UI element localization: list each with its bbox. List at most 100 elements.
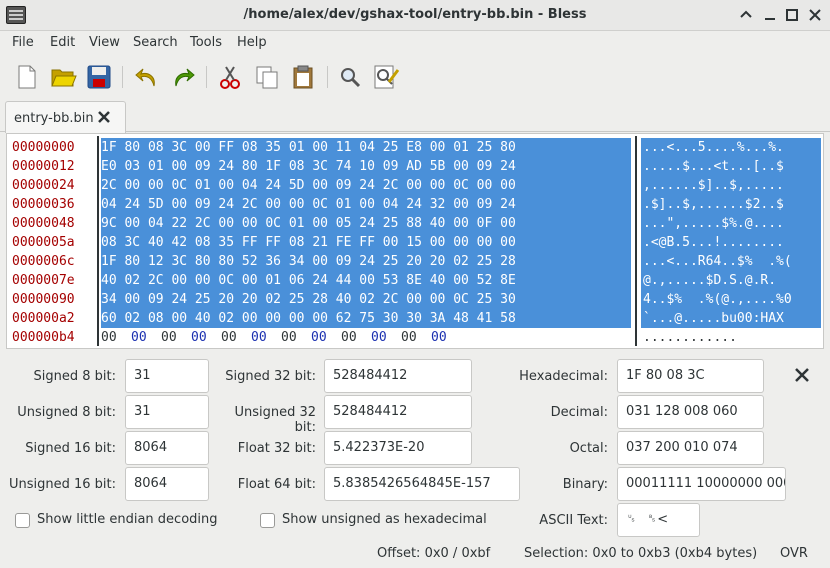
save-icon [87, 65, 111, 89]
scissors-icon [220, 66, 240, 89]
ascii-row[interactable]: .$]..$,......$2..$ [641, 195, 821, 214]
close-window-button[interactable] [806, 6, 824, 24]
minimize-button[interactable] [737, 6, 755, 24]
new-file-button[interactable] [12, 62, 42, 92]
ascii-text-field[interactable]: ␟␈< [617, 503, 700, 537]
signed32-label: Signed 32 bit: [225, 369, 316, 384]
tab-close-button[interactable] [96, 109, 112, 125]
copy-icon [256, 66, 278, 89]
hex-row[interactable]: 04 24 5D 00 09 24 2C 00 00 0C 01 00 04 2… [101, 195, 631, 214]
paste-icon [293, 65, 313, 89]
hex-row[interactable]: 40 02 2C 00 00 0C 00 01 06 24 44 00 53 8… [101, 271, 631, 290]
folder-open-icon [51, 69, 77, 87]
ascii-row[interactable]: .<@B.5...!........ [641, 233, 821, 252]
offset-label: 00000048 [12, 216, 75, 231]
menu-view[interactable]: View [89, 35, 120, 50]
signed8-field[interactable]: 31 [125, 359, 209, 393]
ascii-row[interactable]: ...<...R64..$% .%( [641, 252, 821, 271]
ascii-row[interactable]: @.,.....$D.S.@.R. [641, 271, 821, 290]
new-file-icon [18, 65, 36, 89]
hexadecimal-field[interactable]: 1F 80 08 3C [617, 359, 764, 393]
ascii-row[interactable]: ,......$]..$,..... [641, 176, 821, 195]
hex-row[interactable]: 60 02 08 00 40 02 00 00 00 00 62 75 30 3… [101, 309, 631, 328]
little-endian-checkbox[interactable] [15, 513, 30, 528]
hex-byte[interactable]: 00 [101, 328, 131, 347]
float64-field[interactable]: 5.8385426564845E-157 [324, 467, 520, 501]
cut-button[interactable] [215, 62, 245, 92]
hex-row[interactable]: 00 00 00 00 00 00 00 00 00 00 00 00 [101, 328, 631, 347]
tab-label: entry-bb.bin [14, 111, 94, 126]
decimal-label: Decimal: [550, 405, 608, 420]
hex-byte[interactable]: 00 [341, 328, 371, 347]
close-icon [809, 9, 821, 21]
hex-row[interactable]: 1F 80 12 3C 80 80 52 36 34 00 09 24 25 2… [101, 252, 631, 271]
ascii-row[interactable]: .....$...<t...[..$ [641, 157, 821, 176]
hex-byte[interactable]: 00 [371, 328, 401, 347]
hex-byte[interactable]: 00 [131, 328, 161, 347]
unsigned32-field[interactable]: 528484412 [324, 395, 472, 429]
decimal-field[interactable]: 031 128 008 060 [617, 395, 764, 429]
float32-field[interactable]: 5.422373E-20 [324, 431, 472, 465]
unsigned16-field[interactable]: 8064 [125, 467, 209, 501]
minimize-window-button[interactable] [761, 6, 779, 24]
hex-byte[interactable]: 00 [251, 328, 281, 347]
hex-row[interactable]: 1F 80 08 3C 00 FF 08 35 01 00 11 04 25 E… [101, 138, 631, 157]
hex-byte[interactable]: 00 [161, 328, 191, 347]
hex-row[interactable]: 08 3C 40 42 08 35 FF FF 08 21 FE FF 00 1… [101, 233, 631, 252]
unsigned8-field[interactable]: 31 [125, 395, 209, 429]
ascii-row[interactable]: ............ [641, 328, 821, 347]
hex-byte[interactable]: 00 [401, 328, 431, 347]
offset-label: 000000b4 [12, 330, 75, 345]
hex-editor-view[interactable]: 00000000 00000012 00000024 00000036 00000048… [6, 133, 824, 349]
signed16-field[interactable]: 8064 [125, 431, 209, 465]
hex-byte[interactable]: 00 [431, 328, 461, 347]
hex-byte[interactable]: 00 [311, 328, 341, 347]
window-title: /home/alex/dev/gshax-tool/entry-bb.bin -… [243, 7, 587, 22]
menu-help[interactable]: Help [237, 35, 267, 50]
hex-row[interactable]: 34 00 09 24 25 20 20 02 25 28 40 02 2C 0… [101, 290, 631, 309]
save-button[interactable] [84, 62, 114, 92]
ascii-row[interactable]: ...",.....$%.@.... [641, 214, 821, 233]
find-replace-button[interactable] [371, 62, 401, 92]
status-selection: Selection: 0x0 to 0xb3 (0xb4 bytes) [524, 546, 758, 561]
octal-label: Octal: [569, 441, 608, 456]
binary-label: Binary: [562, 477, 608, 492]
redo-button[interactable] [168, 62, 198, 92]
hex-byte[interactable]: 00 [281, 328, 311, 347]
unsigned-hex-label: Show unsigned as hexadecimal [282, 512, 487, 527]
hex-row[interactable]: 9C 00 04 22 2C 00 00 0C 01 00 05 24 25 8… [101, 214, 631, 233]
menu-file[interactable]: File [12, 35, 34, 50]
maximize-button[interactable] [783, 6, 801, 24]
menu-tools[interactable]: Tools [190, 35, 222, 50]
hex-row[interactable]: E0 03 01 00 09 24 80 1F 08 3C 74 10 09 A… [101, 157, 631, 176]
ascii-row[interactable]: 4..$% .%(@.,....%0 [641, 290, 821, 309]
octal-field[interactable]: 037 200 010 074 [617, 431, 764, 465]
binary-field[interactable]: 00011111 10000000 000 [617, 467, 786, 501]
hex-byte[interactable]: 00 [191, 328, 221, 347]
open-button[interactable] [48, 62, 78, 92]
offset-column: 00000000 00000012 00000024 00000036 00000048… [12, 138, 98, 347]
paste-button[interactable] [288, 62, 318, 92]
toolbar-separator [327, 66, 328, 88]
find-replace-icon [374, 65, 400, 89]
tab-entry-bb[interactable]: entry-bb.bin [5, 101, 126, 133]
menu-edit[interactable]: Edit [50, 35, 75, 50]
signed8-label: Signed 8 bit: [33, 369, 116, 384]
hex-row[interactable]: 2C 00 00 0C 01 00 04 24 5D 00 09 24 2C 0… [101, 176, 631, 195]
toolbar-separator [206, 66, 207, 88]
hex-column[interactable]: 1F 80 08 3C 00 FF 08 35 01 00 11 04 25 E… [101, 138, 631, 347]
menu-search[interactable]: Search [133, 35, 178, 50]
ascii-column[interactable]: ...<...5....%...%. .....$...<t...[..$,...… [641, 138, 821, 347]
column-separator [97, 136, 99, 346]
ascii-row[interactable]: `...@.....bu00:HAX [641, 309, 821, 328]
undo-button[interactable] [132, 62, 162, 92]
close-conversion-panel-button[interactable] [793, 366, 811, 384]
unsigned-hex-checkbox[interactable] [260, 513, 275, 528]
hex-byte[interactable]: 00 [221, 328, 251, 347]
find-button[interactable] [335, 62, 365, 92]
ascii-row[interactable]: ...<...5....%...%. [641, 138, 821, 157]
hexadecimal-label: Hexadecimal: [519, 369, 608, 384]
close-icon [795, 368, 809, 382]
copy-button[interactable] [252, 62, 282, 92]
signed32-field[interactable]: 528484412 [324, 359, 472, 393]
